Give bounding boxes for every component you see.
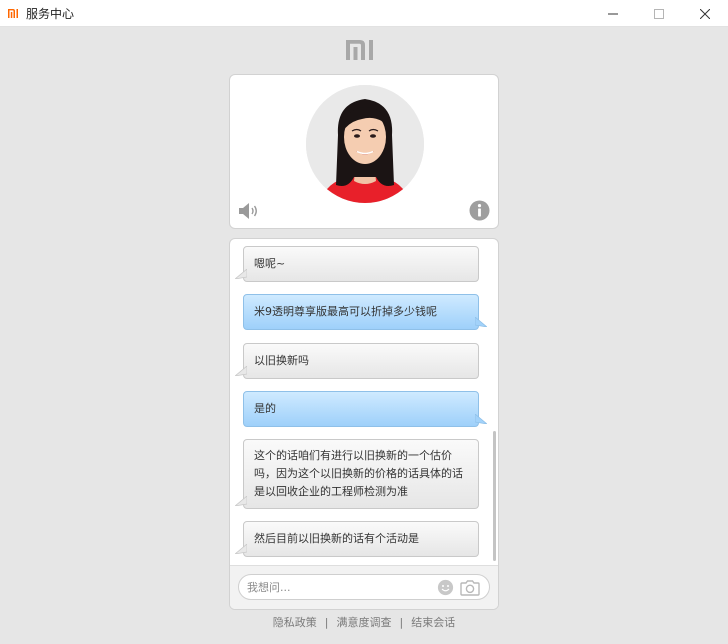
mi-logo-icon xyxy=(346,40,382,60)
message-input-box xyxy=(238,574,490,600)
message-user: 是的 xyxy=(243,391,487,427)
privacy-policy-link[interactable]: 隐私政策 xyxy=(265,614,325,630)
input-area xyxy=(230,565,498,609)
message-text: 嗯呢~ xyxy=(254,257,286,270)
message-agent: 然后目前以旧换新的话有个活动是 xyxy=(235,521,479,557)
message-text-line: 是以回收企业的工程师检测为准 xyxy=(254,485,408,498)
maximize-button[interactable] xyxy=(636,0,682,27)
maximize-icon xyxy=(654,8,664,19)
scrollbar-thumb[interactable] xyxy=(493,431,496,561)
message-text: 米9透明尊享版最高可以折掉多少钱呢 xyxy=(254,305,437,318)
bubble-tail-icon xyxy=(235,269,247,279)
minimize-button[interactable] xyxy=(590,0,636,27)
message-text: 是的 xyxy=(254,402,276,415)
bubble-tail-icon xyxy=(235,544,247,554)
bubble-tail-icon xyxy=(475,414,487,424)
bubble-tail-icon xyxy=(235,366,247,376)
agent-card xyxy=(229,74,499,229)
window-titlebar: 服务中心 xyxy=(0,0,728,27)
window-title: 服务中心 xyxy=(26,6,75,21)
message-agent: 嗯呢~ xyxy=(235,246,479,282)
message-text-line: 这个的话咱们有进行以旧换新的一个估价 xyxy=(254,449,452,462)
message-agent: 这个的话咱们有进行以旧换新的一个估价 吗，因为这个以旧换新的价格的话具体的话 是… xyxy=(235,439,479,509)
info-icon[interactable] xyxy=(469,200,490,221)
close-button[interactable] xyxy=(682,0,728,27)
message-list[interactable]: 嗯呢~ 米9透明尊享版最高可以折掉多少钱呢 以旧换新吗 是的 这个的话咱们有进行… xyxy=(230,239,498,565)
bubble-tail-icon xyxy=(235,496,247,506)
end-session-link[interactable]: 结束会话 xyxy=(403,614,463,630)
camera-icon[interactable] xyxy=(460,579,480,596)
message-agent: 以旧换新吗 xyxy=(235,343,479,379)
minimize-icon xyxy=(608,13,618,14)
message-input[interactable] xyxy=(247,578,427,596)
mi-logo-icon xyxy=(8,7,20,19)
message-text: 以旧换新吗 xyxy=(254,354,309,367)
close-icon xyxy=(700,8,710,19)
emoji-icon[interactable] xyxy=(437,579,454,596)
agent-avatar xyxy=(306,85,424,203)
footer-links: 隐私政策 | 满意度调查 | 结束会话 xyxy=(0,613,728,631)
bubble-tail-icon xyxy=(475,317,487,327)
window-controls xyxy=(590,0,728,27)
satisfaction-survey-link[interactable]: 满意度调查 xyxy=(329,614,400,630)
speaker-icon[interactable] xyxy=(238,201,260,221)
message-text: 然后目前以旧换新的话有个活动是 xyxy=(254,532,419,545)
message-text-line: 吗，因为这个以旧换新的价格的话具体的话 xyxy=(254,467,463,480)
chat-panel: 嗯呢~ 米9透明尊享版最高可以折掉多少钱呢 以旧换新吗 是的 这个的话咱们有进行… xyxy=(229,238,499,610)
message-user: 米9透明尊享版最高可以折掉多少钱呢 xyxy=(243,294,487,330)
